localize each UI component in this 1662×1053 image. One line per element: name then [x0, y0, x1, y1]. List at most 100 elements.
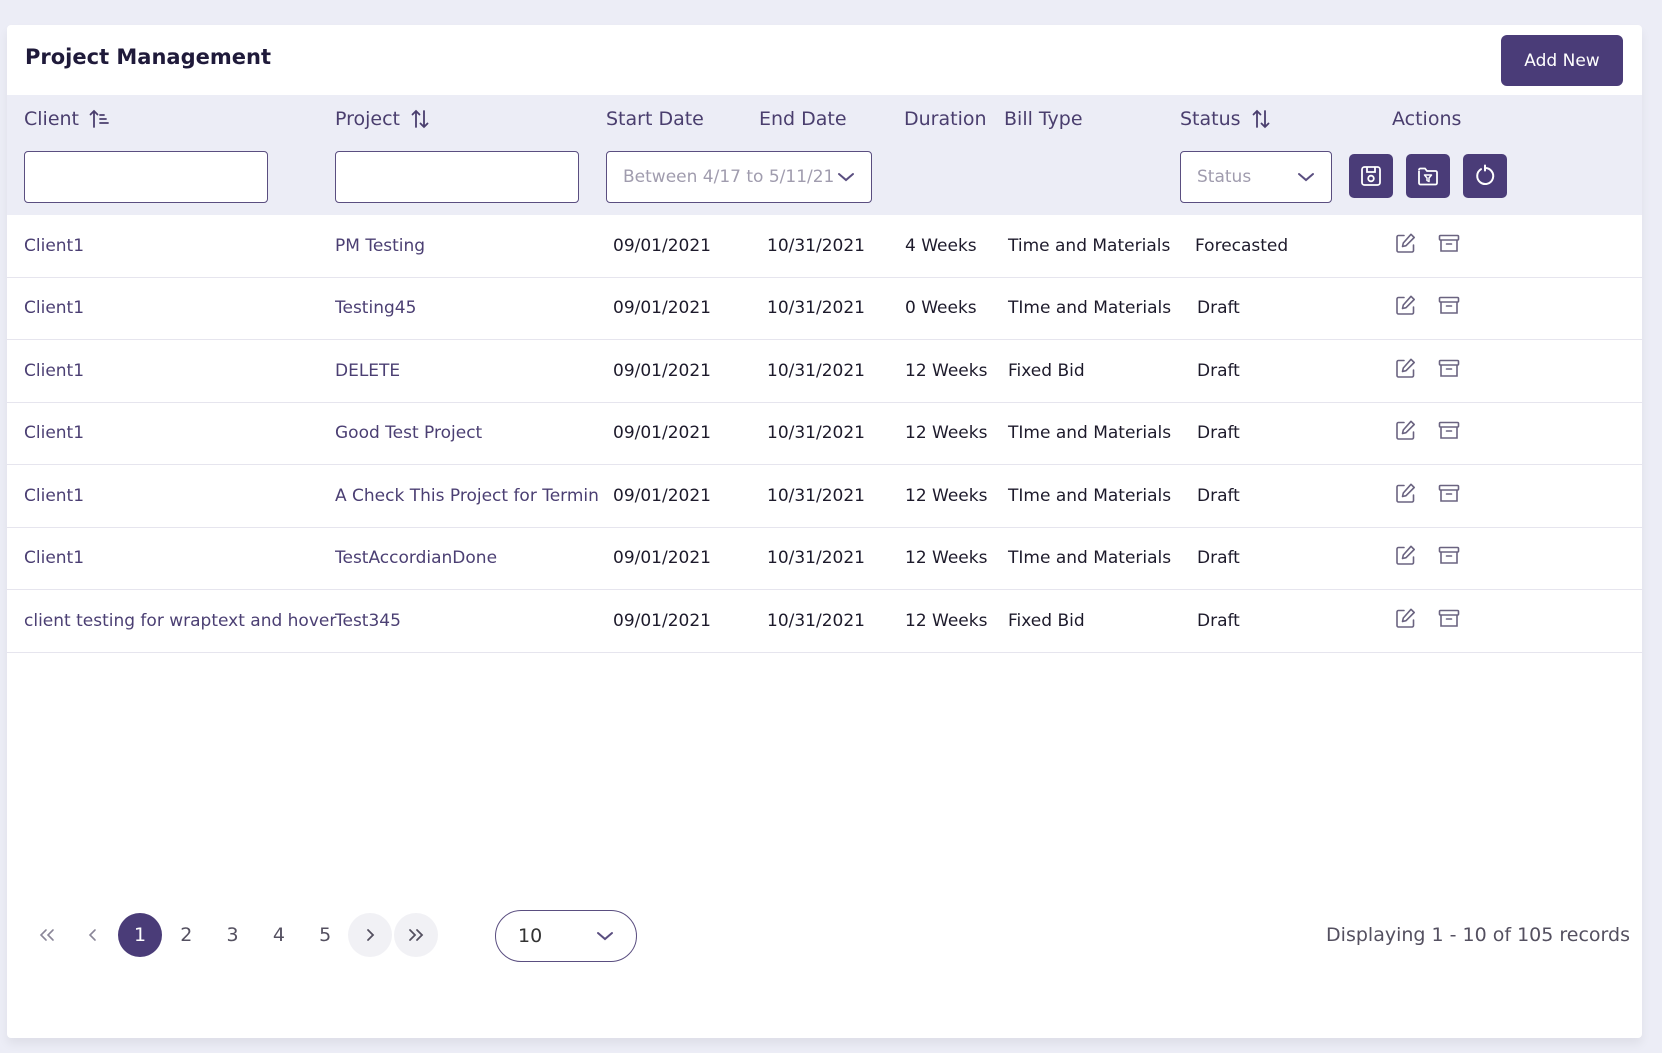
project-link[interactable]: DELETE [335, 361, 400, 381]
column-label-client: Client [24, 108, 80, 130]
last-page-button[interactable] [394, 913, 438, 957]
table-row: Client1 PM Testing 09/01/2021 10/31/2021 4 W… [7, 215, 1642, 278]
table-row: Client1 Good Test Project 09/01/2021 10/31/… [7, 403, 1642, 465]
edit-icon[interactable] [1393, 294, 1417, 323]
chevron-down-icon [1298, 173, 1314, 182]
column-label-status: Status [1180, 108, 1241, 130]
per-page-value: 10 [518, 925, 543, 947]
chevron-right-icon [367, 929, 375, 941]
add-new-button[interactable]: Add New [1501, 35, 1623, 86]
column-header-status[interactable]: Status [1180, 108, 1271, 130]
status-cell: Draft [1197, 548, 1240, 569]
date-range-select[interactable]: Between 4/17 to 5/11/21 [606, 151, 872, 203]
bill-type-cell: TIme and Materials [1008, 485, 1172, 506]
duration-cell: 12 Weeks [905, 548, 988, 569]
start-date-cell: 09/01/2021 [613, 548, 711, 569]
archive-icon[interactable] [1437, 419, 1461, 448]
page-2-button[interactable]: 2 [164, 913, 208, 957]
end-date-cell: 10/31/2021 [767, 485, 865, 506]
refresh-icon [1476, 164, 1495, 185]
end-date-cell: 10/31/2021 [767, 610, 865, 631]
column-label-actions: Actions [1392, 108, 1462, 130]
duration-cell: 12 Weeks [905, 485, 988, 506]
edit-icon[interactable] [1393, 606, 1417, 635]
end-date-cell: 10/31/2021 [767, 298, 865, 319]
save-icon [1361, 166, 1381, 186]
status-filter-select[interactable]: Status [1180, 151, 1332, 203]
column-header-actions: Actions [1392, 108, 1461, 130]
client-link[interactable]: client testing for wraptext and hover [24, 611, 336, 631]
edit-icon[interactable] [1393, 419, 1417, 448]
client-link[interactable]: Client1 [24, 361, 84, 381]
project-filter-input[interactable] [335, 151, 579, 203]
archive-icon[interactable] [1437, 231, 1461, 260]
per-page-select[interactable]: 10 [495, 910, 637, 962]
sort-arrows-icon[interactable] [410, 108, 430, 130]
table-row: Client1 Testing45 09/01/2021 10/31/2021 0 We… [7, 278, 1642, 340]
column-header-duration: Duration [904, 108, 987, 130]
archive-icon[interactable] [1437, 294, 1461, 323]
edit-icon[interactable] [1393, 544, 1417, 573]
client-filter-input[interactable] [24, 151, 268, 203]
folder-filter-icon [1418, 167, 1438, 186]
double-chevron-left-icon [39, 929, 54, 941]
project-link[interactable]: PM Testing [335, 236, 425, 256]
previous-page-button[interactable] [71, 913, 115, 957]
page-3-button[interactable]: 3 [211, 913, 255, 957]
sort-ascending-icon[interactable] [89, 109, 111, 129]
bill-type-cell: TIme and Materials [1008, 423, 1172, 444]
client-link[interactable]: Client1 [24, 236, 84, 256]
project-link[interactable]: A Check This Project for Termin [335, 486, 599, 506]
chevron-left-icon [88, 929, 96, 941]
bill-type-cell: Fixed Bid [1008, 610, 1085, 631]
page-4-button[interactable]: 4 [257, 913, 301, 957]
column-header-project[interactable]: Project [335, 108, 430, 130]
chevron-down-icon [838, 173, 854, 182]
archive-icon[interactable] [1437, 356, 1461, 385]
end-date-cell: 10/31/2021 [767, 360, 865, 381]
page-1-button[interactable]: 1 [118, 913, 162, 957]
column-label-start-date: Start Date [606, 108, 704, 130]
double-chevron-right-icon [409, 929, 424, 941]
first-page-button[interactable] [25, 913, 69, 957]
table-row: Client1 TestAccordianDone 09/01/2021 10/31/… [7, 528, 1642, 590]
project-link[interactable]: Test345 [335, 611, 401, 631]
project-link[interactable]: TestAccordianDone [335, 548, 497, 568]
archive-icon[interactable] [1437, 606, 1461, 635]
project-link[interactable]: Testing45 [335, 298, 416, 318]
bill-type-cell: Fixed Bid [1008, 360, 1085, 381]
next-page-button[interactable] [348, 913, 392, 957]
status-filter-placeholder: Status [1197, 167, 1252, 187]
status-cell: Draft [1197, 610, 1240, 631]
column-label-bill-type: Bill Type [1004, 108, 1083, 130]
archive-icon[interactable] [1437, 481, 1461, 510]
table-row: Client1 DELETE 09/01/2021 10/31/2021 12 Week… [7, 340, 1642, 403]
sort-arrows-icon[interactable] [1251, 108, 1271, 130]
column-header-start-date: Start Date [606, 108, 704, 130]
save-filter-button[interactable] [1349, 154, 1393, 198]
edit-icon[interactable] [1393, 231, 1417, 260]
client-link[interactable]: Client1 [24, 298, 84, 318]
chevron-down-icon [597, 932, 613, 941]
saved-filters-button[interactable] [1406, 154, 1450, 198]
page-5-button[interactable]: 5 [303, 913, 347, 957]
start-date-cell: 09/01/2021 [613, 423, 711, 444]
edit-icon[interactable] [1393, 356, 1417, 385]
status-cell: Forecasted [1195, 235, 1289, 256]
duration-cell: 4 Weeks [905, 235, 977, 256]
project-link[interactable]: Good Test Project [335, 423, 482, 443]
duration-cell: 0 Weeks [905, 298, 977, 319]
edit-icon[interactable] [1393, 481, 1417, 510]
client-link[interactable]: Client1 [24, 548, 84, 568]
start-date-cell: 09/01/2021 [613, 235, 711, 256]
page-title: Project Management [25, 45, 271, 69]
column-header-client[interactable]: Client [24, 108, 111, 130]
duration-cell: 12 Weeks [905, 360, 988, 381]
start-date-cell: 09/01/2021 [613, 298, 711, 319]
end-date-cell: 10/31/2021 [767, 423, 865, 444]
archive-icon[interactable] [1437, 544, 1461, 573]
client-link[interactable]: Client1 [24, 423, 84, 443]
table-header: Client Project Start Date End Date Durat… [7, 95, 1642, 215]
client-link[interactable]: Client1 [24, 486, 84, 506]
reset-filters-button[interactable] [1463, 154, 1507, 198]
